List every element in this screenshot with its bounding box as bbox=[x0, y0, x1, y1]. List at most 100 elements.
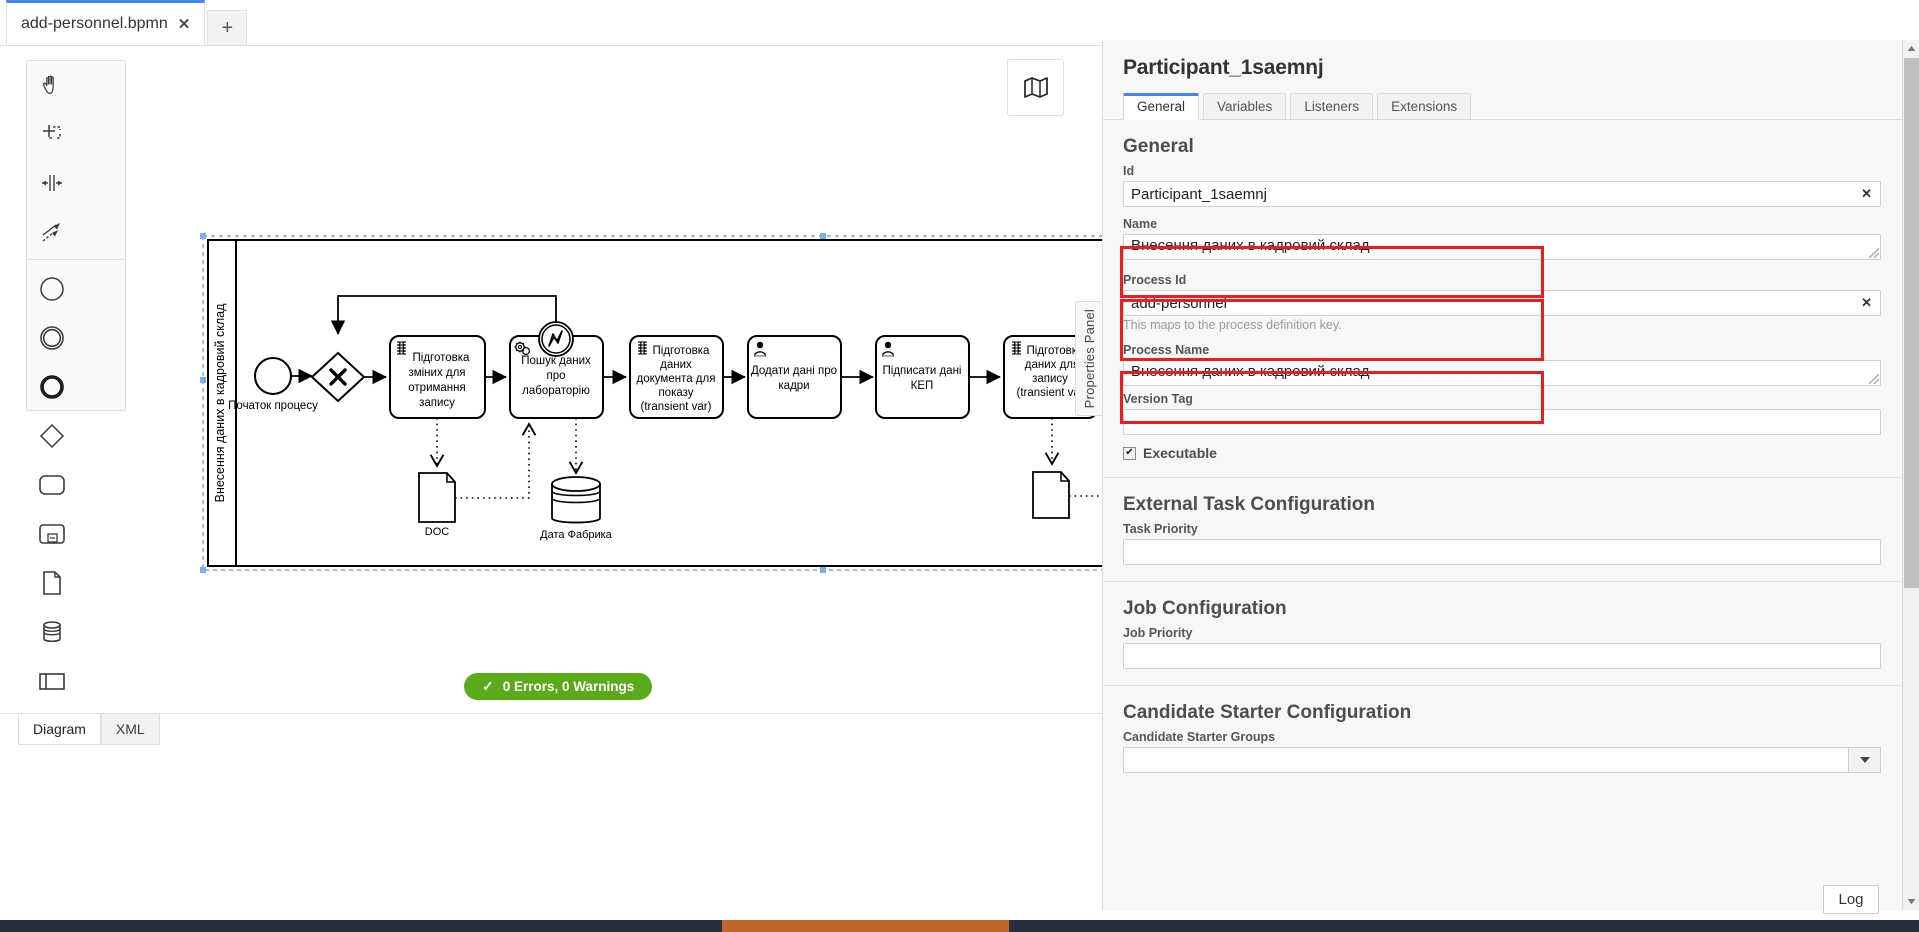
label-process-id: Process Id bbox=[1123, 273, 1881, 290]
data-object-icon[interactable] bbox=[27, 558, 77, 607]
input-process-name-value: Внесення даних в кадровий склад bbox=[1131, 363, 1370, 380]
input-name[interactable]: Внесення даних в кадровий склад bbox=[1123, 234, 1881, 260]
checkbox-executable[interactable]: ✔ bbox=[1123, 447, 1136, 460]
input-id[interactable]: Participant_1saemnj ✕ bbox=[1123, 181, 1881, 207]
bpmn-task-t1[interactable]: Підготовка зміних для отримання запису bbox=[390, 336, 485, 418]
properties-panel-title: Participant_1saemnj bbox=[1103, 40, 1903, 80]
section-heading-job: Job Configuration bbox=[1103, 582, 1903, 622]
bpmn-palette[interactable] bbox=[26, 60, 126, 411]
label-name: Name bbox=[1123, 217, 1881, 234]
task-label-line: показу bbox=[658, 387, 693, 399]
resize-handle-w[interactable] bbox=[200, 377, 206, 383]
input-version-tag[interactable] bbox=[1123, 409, 1881, 435]
field-candidate-starter-groups: Candidate Starter Groups bbox=[1103, 726, 1903, 773]
bpmn-task-t4[interactable]: Додати дані про кадри bbox=[748, 336, 841, 418]
gateway-icon[interactable] bbox=[27, 411, 77, 460]
task-label-line: кадри bbox=[778, 380, 809, 392]
taskbar-active-item[interactable] bbox=[722, 920, 1009, 932]
label-candidate-starter-groups: Candidate Starter Groups bbox=[1123, 730, 1881, 747]
log-button[interactable]: Log bbox=[1823, 885, 1879, 914]
bpmn-task-t2[interactable]: Пошук даних про лабораторію bbox=[510, 322, 603, 418]
resize-handle-nw[interactable] bbox=[200, 233, 206, 239]
pool-label: Внесення даних в кадровий склад bbox=[213, 303, 227, 502]
tab-extensions[interactable]: Extensions bbox=[1377, 93, 1471, 120]
data-store-label: Дата Фабрика bbox=[540, 529, 613, 541]
bpmn-task-t5[interactable]: Підписати дані КЕП bbox=[876, 336, 969, 418]
label-executable: Executable bbox=[1143, 445, 1217, 461]
properties-panel-toggle-label: Properties Panel bbox=[1082, 309, 1097, 408]
intermediate-event-icon[interactable] bbox=[27, 313, 77, 362]
clear-icon-process-id[interactable]: ✕ bbox=[1861, 295, 1872, 311]
bpmn-task-t3[interactable]: Підготовка даних документа для показу (t… bbox=[630, 336, 723, 418]
input-candidate-starter-groups[interactable] bbox=[1123, 747, 1849, 773]
section-heading-candidate-starter: Candidate Starter Configuration bbox=[1103, 686, 1903, 726]
tab-xml[interactable]: XML bbox=[101, 714, 160, 745]
task-icon[interactable] bbox=[27, 460, 77, 509]
global-connect-tool-icon[interactable] bbox=[27, 208, 77, 257]
task-label-line: документа для bbox=[637, 373, 716, 385]
resize-handle-s[interactable] bbox=[820, 567, 826, 573]
resize-handle-sw[interactable] bbox=[200, 567, 206, 573]
task-label-line: зміних для bbox=[408, 367, 465, 379]
section-heading-external-task: External Task Configuration bbox=[1103, 478, 1903, 518]
field-job-priority: Job Priority bbox=[1103, 622, 1903, 669]
field-process-name: Process Name Внесення даних в кадровий с… bbox=[1103, 332, 1903, 386]
properties-panel-toggle[interactable]: Properties Panel bbox=[1075, 301, 1102, 416]
resize-grip-icon[interactable] bbox=[1869, 374, 1879, 384]
task-label-line: запису bbox=[1032, 373, 1068, 385]
status-badge[interactable]: ✓ 0 Errors, 0 Warnings bbox=[464, 673, 652, 700]
hand-tool-icon[interactable] bbox=[27, 61, 77, 110]
label-version-tag: Version Tag bbox=[1123, 392, 1881, 409]
properties-panel: Participant_1saemnj General Variables Li… bbox=[1102, 40, 1919, 910]
resize-grip-icon[interactable] bbox=[1869, 248, 1879, 258]
check-icon: ✓ bbox=[482, 678, 494, 695]
resize-handle-n[interactable] bbox=[820, 233, 826, 239]
lasso-tool-icon[interactable] bbox=[27, 110, 77, 159]
chevron-down-icon[interactable] bbox=[1849, 747, 1881, 773]
close-icon[interactable]: ✕ bbox=[178, 17, 191, 32]
end-event-icon[interactable] bbox=[27, 362, 77, 411]
task-label-line: КЕП bbox=[911, 380, 934, 392]
field-version-tag: Version Tag bbox=[1103, 386, 1903, 435]
minimap-toggle-button[interactable] bbox=[1007, 59, 1064, 116]
status-badge-label: 0 Errors, 0 Warnings bbox=[503, 679, 635, 694]
bpmn-modeler-window: add-personnel.bpmn ✕ + bbox=[0, 0, 1919, 932]
start-event-icon[interactable] bbox=[27, 264, 77, 313]
scrollbar-thumb[interactable] bbox=[1904, 58, 1919, 588]
input-process-name[interactable]: Внесення даних в кадровий склад bbox=[1123, 360, 1881, 386]
tab-diagram[interactable]: Diagram bbox=[18, 714, 101, 745]
space-tool-icon[interactable] bbox=[27, 159, 77, 208]
combo-candidate-starter-groups[interactable] bbox=[1123, 747, 1881, 773]
scroll-down-icon[interactable] bbox=[1903, 893, 1919, 910]
map-icon bbox=[1022, 75, 1050, 101]
scroll-up-icon[interactable] bbox=[1903, 40, 1919, 57]
task-label-line: Підписати дані bbox=[883, 365, 962, 377]
subprocess-collapsed-icon[interactable] bbox=[27, 509, 77, 558]
bpmn-boundary-error-event[interactable] bbox=[539, 322, 573, 356]
field-executable[interactable]: ✔ Executable bbox=[1103, 435, 1903, 461]
task-label-line: Підготовка bbox=[413, 352, 471, 364]
task-label-line: даних bbox=[660, 359, 692, 371]
tab-variables[interactable]: Variables bbox=[1203, 93, 1286, 120]
properties-panel-scrollbar[interactable] bbox=[1902, 40, 1919, 910]
input-id-value: Participant_1saemnj bbox=[1131, 186, 1267, 203]
field-name: Name Внесення даних в кадровий склад bbox=[1103, 207, 1903, 260]
clear-icon-id[interactable]: ✕ bbox=[1861, 186, 1872, 202]
os-taskbar bbox=[0, 920, 1919, 932]
input-job-priority[interactable] bbox=[1123, 643, 1881, 669]
palette-divider bbox=[27, 259, 125, 260]
input-task-priority[interactable] bbox=[1123, 539, 1881, 565]
label-id: Id bbox=[1123, 164, 1881, 181]
pool-icon[interactable] bbox=[27, 656, 77, 705]
tab-listeners[interactable]: Listeners bbox=[1290, 93, 1373, 120]
tab-general[interactable]: General bbox=[1123, 93, 1199, 120]
bpmn-data-object-2[interactable] bbox=[1033, 472, 1069, 518]
new-tab-button[interactable]: + bbox=[207, 10, 247, 45]
field-id: Id Participant_1saemnj ✕ bbox=[1103, 160, 1903, 207]
input-process-id[interactable]: add-personnel ✕ bbox=[1123, 290, 1881, 316]
field-process-id: Process Id add-personnel ✕ This maps to … bbox=[1103, 260, 1903, 332]
input-process-id-value: add-personnel bbox=[1131, 295, 1227, 312]
data-object-label: DOC bbox=[425, 526, 450, 538]
data-store-icon[interactable] bbox=[27, 607, 77, 656]
file-tab-add-personnel[interactable]: add-personnel.bpmn ✕ bbox=[6, 0, 205, 45]
